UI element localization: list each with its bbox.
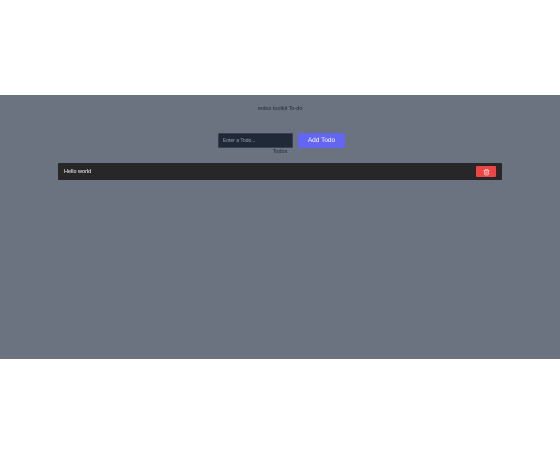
viewport: redux toolkit To-do Add Todo Todos Hello… [0, 0, 560, 454]
todo-app: redux toolkit To-do Add Todo Todos Hello… [0, 95, 560, 359]
delete-todo-button[interactable] [476, 166, 496, 177]
todo-item: Hello world [58, 163, 502, 180]
app-title: redux toolkit To-do [257, 106, 303, 112]
todo-text: Hello world [64, 168, 92, 175]
add-todo-button[interactable]: Add Todo [298, 133, 345, 148]
add-todo-form: Add Todo [218, 133, 345, 148]
todos-heading: Todos [272, 149, 288, 155]
todo-input[interactable] [218, 133, 293, 148]
trash-icon [483, 168, 489, 175]
todo-list: Hello world [58, 163, 502, 180]
